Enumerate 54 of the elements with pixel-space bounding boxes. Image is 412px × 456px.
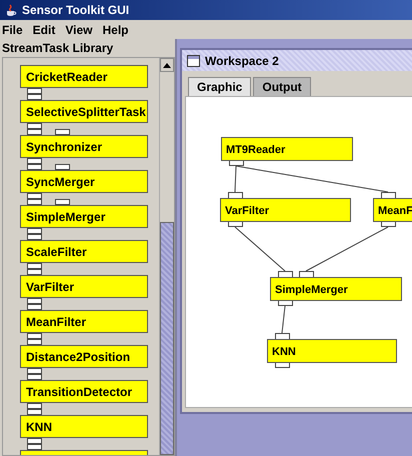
input-port[interactable] [381, 192, 396, 199]
task-block[interactable]: SelectiveSplitterTask [20, 100, 148, 123]
window-title: Workspace 2 [205, 54, 279, 68]
window-title: Sensor Toolkit GUI [22, 3, 130, 17]
input-port[interactable] [278, 271, 293, 278]
port-drawing [27, 263, 43, 275]
connector-line [234, 226, 286, 272]
node-box[interactable] [373, 198, 412, 222]
port-drawing [27, 228, 43, 240]
port-drawing [27, 298, 43, 310]
menu-item[interactable]: Edit [32, 22, 56, 36]
port-drawing [27, 403, 43, 415]
node-box[interactable] [267, 339, 397, 363]
task-block[interactable]: KNN [20, 415, 148, 438]
tab[interactable]: Output [253, 77, 311, 96]
port-drawing [27, 158, 71, 170]
task-block[interactable]: CricketReader [20, 65, 148, 88]
port-drawing [27, 193, 71, 205]
port-drawing [27, 368, 43, 380]
input-port[interactable] [299, 271, 314, 278]
task-block[interactable]: Distance2Position [20, 345, 148, 368]
task-block[interactable]: TransitionDetector [20, 380, 148, 403]
port-drawing [27, 88, 43, 100]
node-box[interactable] [270, 277, 402, 301]
task-block[interactable]: SyncMerger [20, 170, 148, 193]
scrollbar[interactable] [159, 58, 174, 455]
port-drawing [27, 333, 43, 345]
node-box[interactable] [221, 137, 353, 161]
node-label: KNN [272, 346, 296, 358]
task-block[interactable]: VarFilter [20, 275, 148, 298]
menu-item[interactable]: File [2, 22, 23, 36]
node-label: MeanF [378, 205, 412, 217]
task-block[interactable]: SimpleMerger [20, 205, 148, 228]
window-icon [187, 54, 200, 66]
menu-item[interactable]: View [65, 22, 92, 36]
connector-line [282, 306, 286, 334]
input-port[interactable] [275, 333, 290, 340]
coffee-cup-icon [4, 3, 18, 17]
task-block[interactable]: MeanFilter [20, 310, 148, 333]
task-block[interactable]: Synchronizer [20, 135, 148, 158]
panel-title: StreamTask Library [1, 40, 114, 57]
node-label: SimpleMerger [275, 284, 348, 296]
scroll-thumb[interactable] [160, 222, 174, 455]
scroll-up-button[interactable] [160, 58, 174, 72]
menu-item[interactable]: Help [102, 22, 128, 36]
input-port[interactable] [228, 192, 243, 199]
up-arrow-icon [163, 62, 171, 68]
task-block[interactable]: ScaleFilter [20, 240, 148, 263]
tab[interactable]: Graphic [188, 77, 252, 96]
node-box[interactable] [220, 198, 351, 222]
node-label: VarFilter [225, 205, 270, 217]
port-drawing [27, 438, 43, 450]
node-label: MT9Reader [226, 144, 286, 156]
port-drawing [27, 123, 71, 135]
